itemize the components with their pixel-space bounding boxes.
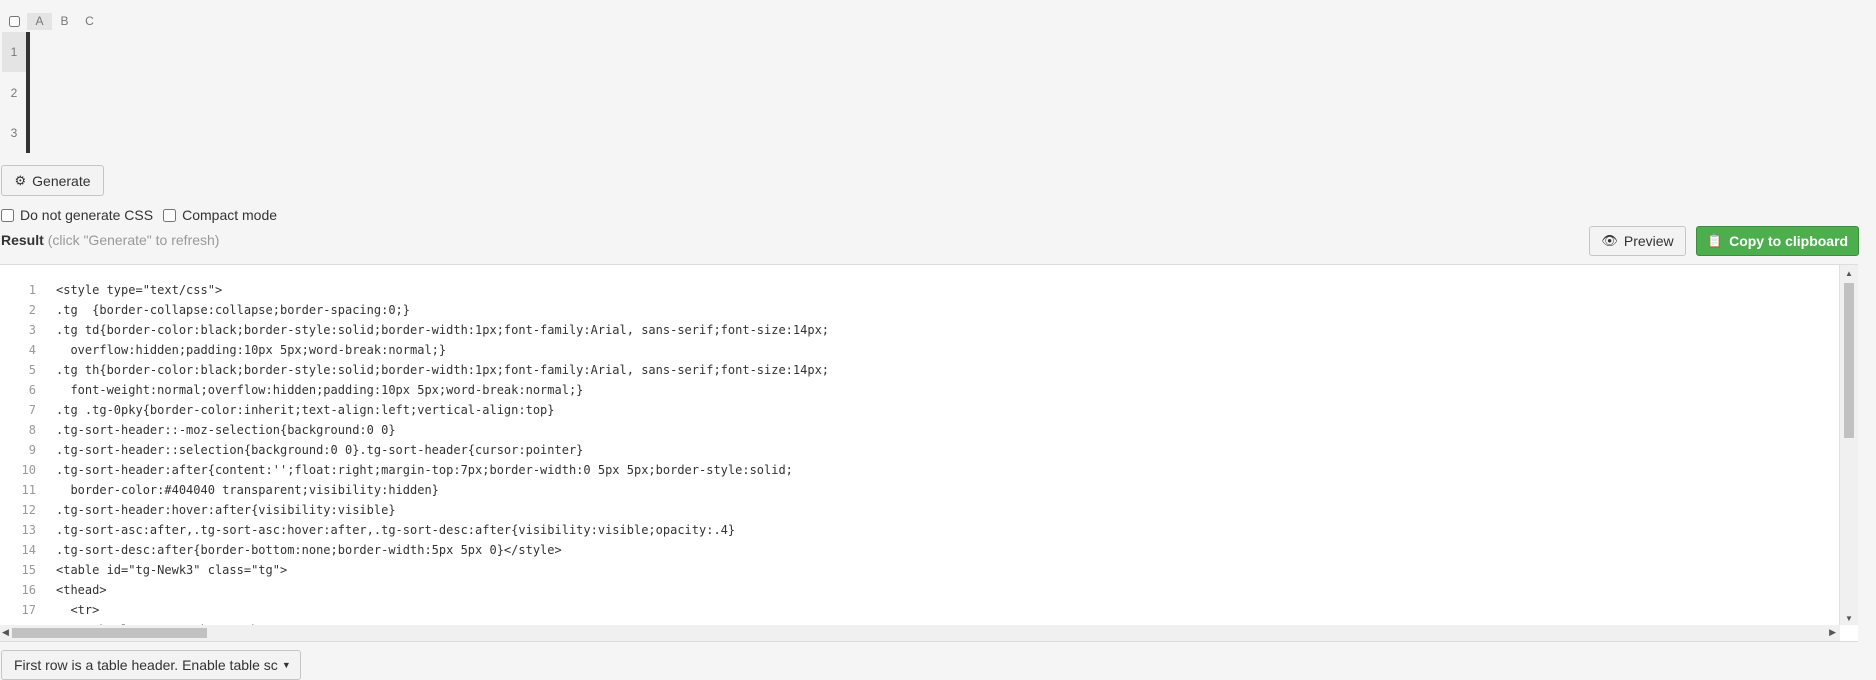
line-number: 11 [21,483,36,497]
code-line: 7 .tg .tg-0pky{border-color:inherit;text-… [0,400,829,420]
code-text: .tg th{border-color:black;border-style:s… [56,363,830,377]
code-text: .tg td{border-color:black;border-style:s… [56,323,830,337]
horizontal-scroll-thumb[interactable] [12,628,207,638]
code-line: 9 .tg-sort-header::selection{background:0… [0,440,829,460]
code-text: <tr> [56,603,100,617]
code-text: .tg-sort-header::selection{background:0 … [56,443,584,457]
no-css-option[interactable]: Do not generate CSS [1,207,153,223]
code-lines: 1 <style type="text/css"> 2 .tg {border-col… [0,280,830,640]
clipboard-icon: 📋 [1706,233,1724,248]
row-header-1[interactable]: 1 [2,32,26,72]
code-text: .tg-sort-header::-moz-selection{backgrou… [56,423,396,437]
line-number: 2 [28,303,36,317]
code-editor[interactable]: 1 <style type="text/css"> 2 .tg {border-col… [0,264,1858,642]
code-text: .tg-sort-header:after{content:'';float:r… [56,463,793,477]
line-number: 3 [28,323,36,337]
dropdown-label: First row is a table header. Enable tabl… [14,657,278,673]
code-line: 10 .tg-sort-header:after{content:'';float… [0,460,829,480]
code-line: 4 overflow:hidden;padding:10px 5px;word-… [0,340,829,360]
row-header-2[interactable]: 2 [2,73,26,113]
preview-button[interactable]: 👁 Preview [1589,226,1686,256]
code-line: 11 border-color:#404040 transparent;visi… [0,480,829,500]
code-text: .tg .tg-0pky{border-color:inherit;text-a… [56,403,555,417]
preview-label: Preview [1623,233,1674,249]
line-number: 15 [21,563,36,577]
no-css-label: Do not generate CSS [20,207,154,223]
copy-label: Copy to clipboard [1729,233,1849,249]
scroll-down-icon[interactable]: ▼ [1845,614,1853,623]
code-text: <thead> [56,583,107,597]
cell-c3[interactable] [28,112,30,153]
line-number: 14 [21,543,36,557]
line-number: 7 [28,403,36,417]
line-number: 4 [28,343,36,357]
compact-label: Compact mode [182,207,278,223]
cell-c2[interactable] [28,72,30,113]
scroll-right-icon[interactable]: ▶ [1829,627,1836,638]
no-css-checkbox[interactable] [1,208,14,222]
table-options-dropdown[interactable]: First row is a table header. Enable tabl… [1,650,301,680]
column-header-a[interactable]: A [27,13,52,30]
scroll-left-icon[interactable]: ◀ [2,627,9,638]
cell-c1[interactable] [28,32,30,73]
vertical-scroll-thumb[interactable] [1844,283,1854,438]
line-number: 10 [21,463,36,477]
code-line: 14 .tg-sort-desc:after{border-bottom:none… [0,540,829,560]
select-all-checkbox[interactable] [9,16,20,27]
generate-button[interactable]: ⚙ Generate [1,165,104,196]
code-line: 1 <style type="text/css"> [0,280,829,300]
compact-option[interactable]: Compact mode [163,207,277,223]
vertical-scrollbar[interactable]: ▲ ▼ [1839,265,1858,625]
result-heading: Result (click "Generate" to refresh) [1,232,219,248]
result-hint: (click "Generate" to refresh) [47,232,220,248]
code-text: .tg-sort-desc:after{border-bottom:none;b… [56,543,562,557]
row-header-3[interactable]: 3 [2,113,26,153]
eye-icon: 👁 [1601,233,1618,248]
generation-options: Do not generate CSS Compact mode [1,207,287,223]
code-line: 16 <thead> [0,580,829,600]
code-line: 6 font-weight:normal;overflow:hidden;pad… [0,380,829,400]
line-number: 6 [28,383,36,397]
code-text: <style type="text/css"> [56,283,223,297]
code-text: .tg-sort-header:hover:after{visibility:v… [56,503,396,517]
line-number: 17 [21,603,36,617]
column-header-c[interactable]: C [77,13,102,30]
code-line: 8 .tg-sort-header::-moz-selection{backgro… [0,420,829,440]
code-line: 13 .tg-sort-asc:after,.tg-sort-asc:hover:… [0,520,829,540]
line-number: 1 [28,283,36,297]
code-text: overflow:hidden;padding:10px 5px;word-br… [56,343,447,357]
line-number: 8 [28,423,36,437]
grid-cells [26,32,30,153]
code-line: 12 .tg-sort-header:hover:after{visibility… [0,500,829,520]
code-line: 2 .tg {border-collapse:collapse;border-sp… [0,300,829,320]
code-text: .tg {border-collapse:collapse;border-spa… [56,303,411,317]
line-number: 13 [21,523,36,537]
code-line: 5 .tg th{border-color:black;border-style:… [0,360,829,380]
line-number: 9 [28,443,36,457]
code-line: 17 <tr> [0,600,829,620]
code-text: <table id="tg-Newk3" class="tg"> [56,563,288,577]
copy-to-clipboard-button[interactable]: 📋 Copy to clipboard [1696,226,1859,256]
line-number: 12 [21,503,36,517]
line-number: 16 [21,583,36,597]
code-line: 15 <table id="tg-Newk3" class="tg"> [0,560,829,580]
result-label: Result [1,232,44,248]
line-number: 5 [28,363,36,377]
compact-checkbox[interactable] [163,208,177,222]
generate-label: Generate [32,172,91,189]
column-header-b[interactable]: B [52,13,77,30]
code-line: 3 .tg td{border-color:black;border-style:… [0,320,829,340]
gears-icon: ⚙ [14,172,27,188]
code-text: border-color:#404040 transparent;visibil… [56,483,439,497]
code-text: .tg-sort-asc:after,.tg-sort-asc:hover:af… [56,523,736,537]
code-text: font-weight:normal;overflow:hidden;paddi… [56,383,584,397]
horizontal-scrollbar[interactable]: ◀ ▶ [0,625,1840,641]
scroll-up-icon[interactable]: ▲ [1845,269,1853,278]
